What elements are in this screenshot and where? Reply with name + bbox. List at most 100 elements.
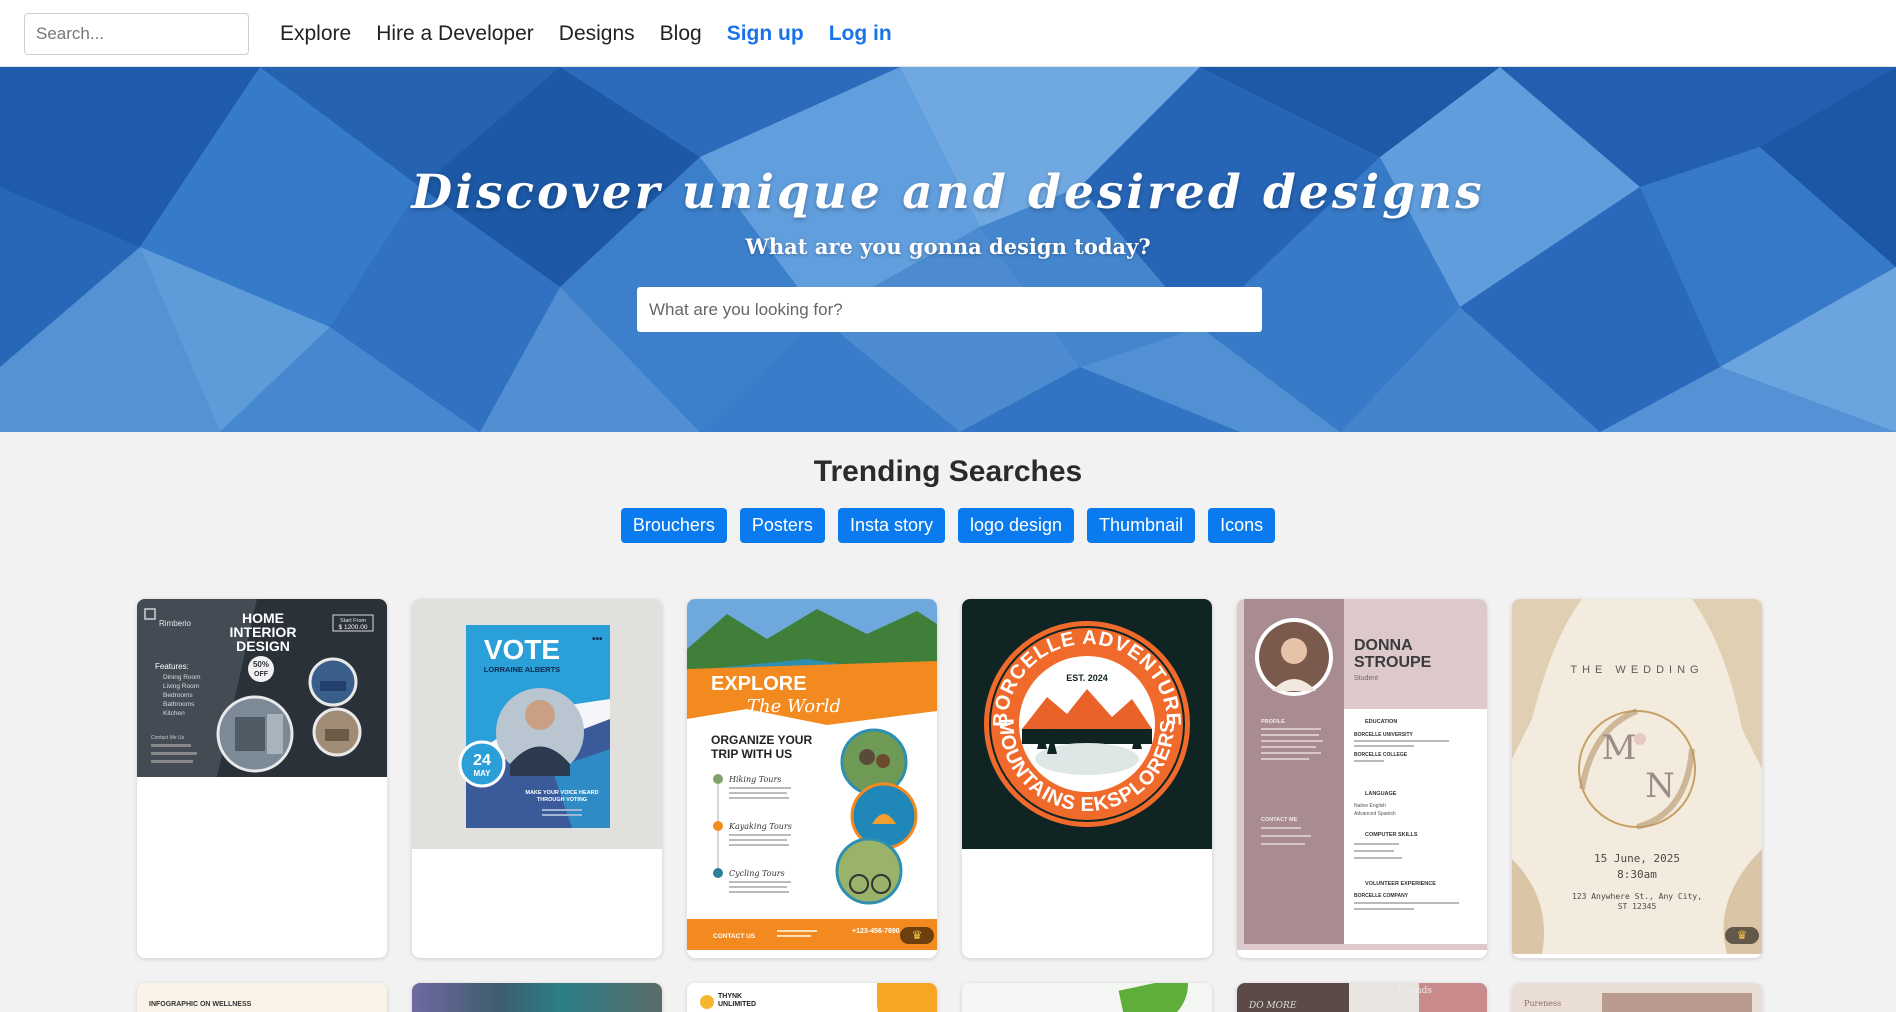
resume-language: Advanced Spanish <box>1354 811 1396 817</box>
vote-date-day: 24 <box>473 752 491 769</box>
trending-title: Trending Searches <box>813 455 1083 488</box>
nav-search-input[interactable] <box>24 13 249 55</box>
thynk-accent-shape <box>877 983 937 1012</box>
design-card-nature-photo[interactable] <box>412 983 662 1012</box>
flyer-contact-title: Contact Me Us <box>151 735 185 741</box>
resume-right-section: VOLUNTEER EXPERIENCE <box>1365 881 1436 887</box>
vote-tagline-2: THROUGH VOTING <box>537 797 587 803</box>
design-card-pureness[interactable]: Pureness <box>1512 983 1762 1012</box>
hero-subtitle: What are you gonna design today? <box>745 234 1151 259</box>
pureness-photo-block <box>1602 993 1752 1012</box>
thynk-logo-icon <box>700 995 714 1009</box>
wedding-date: 15 June, 2025 <box>1594 852 1680 865</box>
home-interior-flyer-image: Rimberio HOME INTERIOR DESIGN Start From… <box>137 599 387 777</box>
nav-link-blog[interactable]: Blog <box>660 22 702 46</box>
flyer-discount: 50% <box>253 660 269 669</box>
pureness-label: Pureness <box>1524 999 1562 1008</box>
borcelle-est: EST. 2024 <box>1066 673 1108 683</box>
resume-education: BORCELLE COLLEGE <box>1354 752 1408 758</box>
wellness-title: INFOGRAPHIC ON WELLNESS <box>149 1001 252 1008</box>
tag-posters[interactable]: Posters <box>739 508 825 543</box>
leaf-shape <box>1118 983 1196 1012</box>
design-card-donna-resume[interactable]: DONNA STROUPE Student PROFILE CONTACT ME… <box>1237 599 1487 958</box>
login-link[interactable]: Log in <box>829 22 892 46</box>
nav-links: Explore Hire a Developer Designs Blog Si… <box>280 0 917 67</box>
explore-world-flyer-image: EXPLORE The World ORGANIZE YOUR TRIP WIT… <box>687 599 937 950</box>
signup-link[interactable]: Sign up <box>727 22 804 46</box>
explore-title: EXPLORE <box>711 673 807 695</box>
flyer-brand: Rimberio <box>159 619 192 628</box>
tag-insta-story[interactable]: Insta story <box>837 508 945 543</box>
trending-tags: Brouchers Posters Insta story logo desig… <box>0 508 1896 543</box>
explore-subtitle-2: TRIP WITH US <box>711 747 792 761</box>
card-thumbnail: DONNA STROUPE Student PROFILE CONTACT ME… <box>1237 599 1487 950</box>
wedding-monogram-right: N <box>1645 766 1675 806</box>
explore-footer-phone: +123-456-7890 <box>852 928 900 935</box>
design-card-borcelle-logo[interactable]: BORCELLE ADVENTURE MOUNTAINS EKSPLORERS … <box>962 599 1212 958</box>
vote-tagline-1: MAKE YOUR VOICE HEARD <box>525 790 598 796</box>
design-card-wellness-infographic[interactable]: INFOGRAPHIC ON WELLNESS <box>137 983 387 1012</box>
card-thumbnail: Pureness <box>1512 983 1762 1012</box>
flyer-feature: Living Room <box>163 683 199 690</box>
explore-footer-contact: CONTACT US <box>713 933 756 940</box>
flyer-title-3: DESIGN <box>236 638 290 654</box>
design-card-wedding-invite[interactable]: THE WEDDING M N 15 June, 2025 8:30am 123… <box>1512 599 1762 958</box>
wedding-header: THE WEDDING <box>1570 664 1703 676</box>
design-card-leaf[interactable] <box>962 983 1212 1012</box>
vote-dots: ••• <box>592 634 603 645</box>
hero-search-input[interactable] <box>637 287 1262 332</box>
friends-tagline: DO MORE <box>1249 1001 1297 1011</box>
resume-language: Native English <box>1354 803 1386 809</box>
wedding-address-2: ST 12345 <box>1618 902 1657 911</box>
top-navbar: Explore Hire a Developer Designs Blog Si… <box>0 0 1896 67</box>
card-thumbnail <box>412 983 662 1012</box>
vote-poster-image: VOTE LORRAINE ALBERTS ••• 24 MAY MAKE YO… <box>412 599 662 849</box>
resume-volunteer: BORCELLE COMPANY <box>1354 893 1409 899</box>
nav-link-explore[interactable]: Explore <box>280 22 351 46</box>
tag-logo-design[interactable]: logo design <box>957 508 1075 543</box>
wedding-invite-image: THE WEDDING M N 15 June, 2025 8:30am 123… <box>1512 599 1762 954</box>
design-card-explore-world[interactable]: EXPLORE The World ORGANIZE YOUR TRIP WIT… <box>687 599 937 958</box>
resume-left-section: CONTACT ME <box>1261 817 1298 823</box>
resume-education: BORCELLE UNIVERSITY <box>1354 732 1414 738</box>
card-thumbnail: INFOGRAPHIC ON WELLNESS <box>137 983 387 1012</box>
flyer-discount-word: OFF <box>254 671 269 678</box>
nav-link-designs[interactable]: Designs <box>559 22 635 46</box>
vote-candidate-name: LORRAINE ALBERTS <box>484 665 560 674</box>
design-card-vote-poster[interactable]: VOTE LORRAINE ALBERTS ••• 24 MAY MAKE YO… <box>412 599 662 958</box>
design-card-friends[interactable]: Friends DO MORE <box>1237 983 1487 1012</box>
wedding-monogram-left: M <box>1602 728 1637 768</box>
explore-tour: Cycling Tours <box>729 869 785 878</box>
flyer-features-title: Features: <box>155 662 189 671</box>
card-thumbnail: BORCELLE ADVENTURE MOUNTAINS EKSPLORERS … <box>962 599 1212 849</box>
nav-link-hire-developer[interactable]: Hire a Developer <box>376 22 534 46</box>
resume-name-2: STROUPE <box>1354 654 1432 671</box>
explore-subtitle-1: ORGANIZE YOUR <box>711 733 812 747</box>
flyer-feature: Kitchen <box>163 710 185 717</box>
hero-banner: Discover unique and desired designs What… <box>0 67 1896 432</box>
card-thumbnail: Friends DO MORE <box>1237 983 1487 1012</box>
tag-thumbnail[interactable]: Thumbnail <box>1087 508 1196 543</box>
thynk-brand-2: UNLIMITED <box>718 1001 757 1008</box>
resume-name-1: DONNA <box>1354 637 1413 654</box>
resume-left-section: PROFILE <box>1261 719 1285 725</box>
tag-brouchers[interactable]: Brouchers <box>620 508 727 543</box>
card-thumbnail <box>962 983 1212 1012</box>
hero-title: Discover unique and desired designs <box>411 165 1485 220</box>
explore-tour: Kayaking Tours <box>728 822 792 831</box>
wedding-time: 8:30am <box>1617 868 1657 881</box>
resume-right-section: COMPUTER SKILLS <box>1365 832 1418 838</box>
vote-title: VOTE <box>484 634 560 665</box>
design-card-thynk-unlimited[interactable]: THYNK UNLIMITED <box>687 983 937 1012</box>
card-thumbnail: THE WEDDING M N 15 June, 2025 8:30am 123… <box>1512 599 1762 954</box>
card-thumbnail: THYNK UNLIMITED <box>687 983 937 1012</box>
thynk-brand-1: THYNK <box>718 993 743 1000</box>
tag-icons[interactable]: Icons <box>1208 508 1276 543</box>
explore-title-script: The World <box>747 696 841 717</box>
flyer-feature: Dining Room <box>163 674 201 681</box>
wedding-address-1: 123 Anywhere St., Any City, <box>1572 892 1702 901</box>
donna-resume-image: DONNA STROUPE Student PROFILE CONTACT ME… <box>1237 599 1487 950</box>
resume-right-section: EDUCATION <box>1365 719 1397 725</box>
design-card-home-interior[interactable]: Rimberio HOME INTERIOR DESIGN Start From… <box>137 599 387 958</box>
friends-label: Friends <box>1397 986 1432 996</box>
